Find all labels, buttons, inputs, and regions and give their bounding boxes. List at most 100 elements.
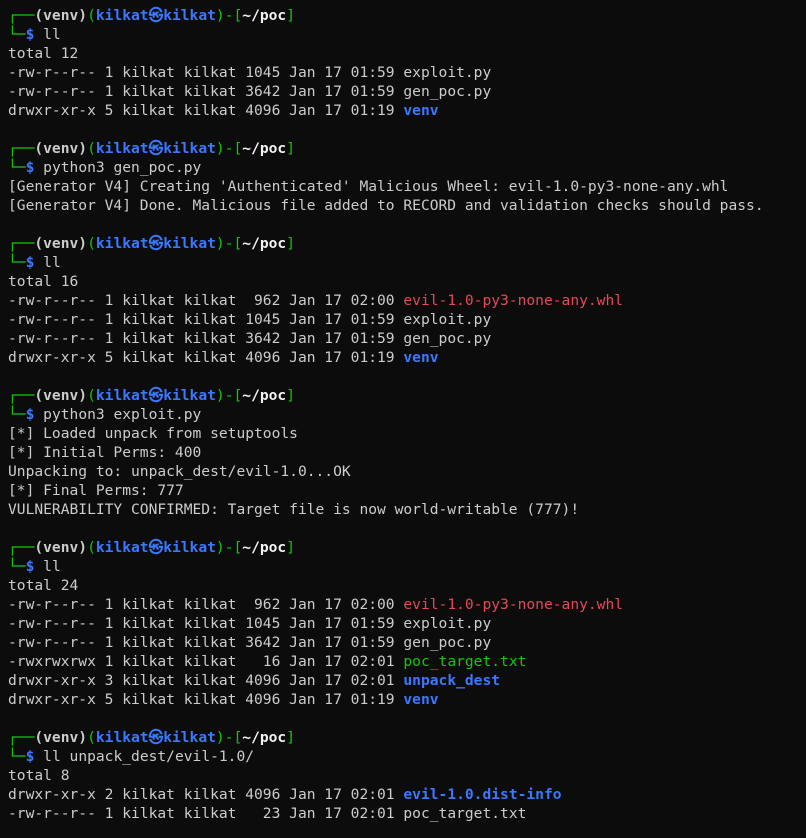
prompt-corner-glyph: └─ [8, 406, 26, 423]
output-line: -rw-r--r-- 1 kilkat kilkat 3642 Jan 17 0… [8, 82, 806, 101]
output-line: [*] Initial Perms: 400 [8, 443, 806, 462]
prompt-at-icon: ㉿ [148, 729, 164, 746]
prompt-user: kilkat [95, 729, 149, 746]
output-text: -rw-r--r-- 1 kilkat kilkat 1045 Jan 17 0… [8, 615, 404, 632]
output-line: -rw-r--r-- 1 kilkat kilkat 962 Jan 17 02… [8, 595, 806, 614]
prompt-user: kilkat [95, 235, 149, 252]
output-line: drwxr-xr-x 5 kilkat kilkat 4096 Jan 17 0… [8, 690, 806, 709]
output-line: total 16 [8, 272, 806, 291]
output-text: -rw-r--r-- 1 kilkat kilkat 962 Jan 17 02… [8, 596, 404, 613]
prompt-at-icon: ㉿ [148, 235, 164, 252]
output-line: total 24 [8, 576, 806, 595]
output-line: drwxr-xr-x 2 kilkat kilkat 4096 Jan 17 0… [8, 785, 806, 804]
prompt-host: kilkat [163, 729, 216, 746]
output-text: exploit.py [403, 64, 492, 81]
output-line: VULNERABILITY CONFIRMED: Target file is … [8, 500, 806, 519]
command-text: python3 gen_poc.py [43, 159, 202, 176]
output-line: -rw-r--r-- 1 kilkat kilkat 1045 Jan 17 0… [8, 63, 806, 82]
prompt-host: kilkat [163, 387, 216, 404]
command-text: ll unpack_dest/evil-1.0/ [43, 748, 255, 765]
output-text: total 12 [8, 45, 79, 62]
output-text: gen_poc.py [403, 634, 492, 651]
output-text: -rw-r--r-- 1 kilkat kilkat 23 Jan 17 02:… [8, 805, 404, 822]
output-text: drwxr-xr-x 5 kilkat kilkat 4096 Jan 17 0… [8, 102, 404, 119]
output-line: [*] Final Perms: 777 [8, 481, 806, 500]
prompt-venv: (venv) [34, 235, 88, 252]
prompt-path: ~/poc [242, 235, 287, 252]
prompt-venv: (venv) [34, 140, 88, 157]
prompt-user: kilkat [95, 7, 149, 24]
prompt-corner-glyph: ┌── [8, 539, 35, 556]
output-line: [Generator V4] Creating 'Authenticated' … [8, 177, 806, 196]
output-text: drwxr-xr-x 5 kilkat kilkat 4096 Jan 17 0… [8, 349, 404, 366]
output-text: gen_poc.py [403, 83, 492, 100]
prompt-venv: (venv) [34, 539, 88, 556]
output-line: -rw-r--r-- 1 kilkat kilkat 3642 Jan 17 0… [8, 329, 806, 348]
output-line: -rw-r--r-- 1 kilkat kilkat 23 Jan 17 02:… [8, 804, 806, 823]
prompt-command-line: └─$ ll unpack_dest/evil-1.0/ [8, 747, 806, 766]
output-text: -rw-r--r-- 1 kilkat kilkat 1045 Jan 17 0… [8, 311, 404, 328]
output-line: -rw-r--r-- 1 kilkat kilkat 1045 Jan 17 0… [8, 614, 806, 633]
prompt-bracket: )-[ [215, 140, 243, 157]
output-text: gen_poc.py [403, 330, 492, 347]
prompt-corner-glyph: └─ [8, 159, 26, 176]
prompt-corner-glyph: ┌── [8, 387, 35, 404]
output-line: total 8 [8, 766, 806, 785]
prompt-user: kilkat [95, 539, 149, 556]
prompt-bracket: ( [87, 7, 96, 24]
prompt-user: kilkat [95, 140, 149, 157]
output-text: total 24 [8, 577, 79, 594]
prompt-command-line: └─$ python3 gen_poc.py [8, 158, 806, 177]
prompt-venv: (venv) [34, 7, 88, 24]
prompt-venv: (venv) [34, 729, 88, 746]
prompt-corner-glyph: └─ [8, 254, 26, 271]
prompt-at-icon: ㉿ [148, 539, 164, 556]
prompt-corner-glyph: └─ [8, 26, 26, 43]
prompt-command-line: └─$ ll [8, 25, 806, 44]
prompt-host: kilkat [163, 140, 216, 157]
output-text: [*] Initial Perms: 400 [8, 444, 202, 461]
prompt-bracket: ] [286, 539, 296, 556]
output-text: evil-1.0-py3-none-any.whl [403, 292, 624, 309]
output-text: venv [403, 102, 439, 119]
prompt-corner-glyph: └─ [8, 558, 26, 575]
prompt-command-line: └─$ ll [8, 557, 806, 576]
output-text: Unpacking to: unpack_dest/evil-1.0...OK [8, 463, 351, 480]
output-text: total 16 [8, 273, 79, 290]
prompt-command-line: └─$ ll [8, 253, 806, 272]
prompt-header-line: ┌──(venv)(kilkat㉿kilkat)-[~/poc] [8, 139, 806, 158]
prompt-header-line: ┌──(venv)(kilkat㉿kilkat)-[~/poc] [8, 728, 806, 747]
prompt-bracket: ( [87, 140, 96, 157]
output-line: -rw-r--r-- 1 kilkat kilkat 962 Jan 17 02… [8, 291, 806, 310]
prompt-corner-glyph: ┌── [8, 140, 35, 157]
prompt-host: kilkat [163, 539, 216, 556]
command-text: python3 exploit.py [43, 406, 202, 423]
prompt-path: ~/poc [242, 539, 287, 556]
output-text: venv [403, 691, 439, 708]
output-line: drwxr-xr-x 3 kilkat kilkat 4096 Jan 17 0… [8, 671, 806, 690]
output-text: [Generator V4] Done. Malicious file adde… [8, 197, 764, 214]
prompt-at-icon: ㉿ [148, 387, 164, 404]
prompt-bracket: ( [87, 729, 96, 746]
output-text: exploit.py [403, 311, 492, 328]
prompt-host: kilkat [163, 7, 216, 24]
prompt-bracket: )-[ [215, 387, 243, 404]
output-text: -rwxrwxrwx 1 kilkat kilkat 16 Jan 17 02:… [8, 653, 404, 670]
prompt-bracket: ] [286, 729, 296, 746]
output-text: [Generator V4] Creating 'Authenticated' … [8, 178, 729, 195]
output-text: poc_target.txt [403, 805, 527, 822]
prompt-header-line: ┌──(venv)(kilkat㉿kilkat)-[~/poc] [8, 6, 806, 25]
prompt-venv: (venv) [34, 387, 88, 404]
output-text: total 8 [8, 767, 70, 784]
output-text: -rw-r--r-- 1 kilkat kilkat 1045 Jan 17 0… [8, 64, 404, 81]
prompt-corner-glyph: ┌── [8, 729, 35, 746]
command-text: ll [43, 26, 61, 43]
output-text: evil-1.0.dist-info [403, 786, 562, 803]
output-line: total 12 [8, 44, 806, 63]
prompt-at-icon: ㉿ [148, 140, 164, 157]
terminal-output[interactable]: ┌──(venv)(kilkat㉿kilkat)-[~/poc] └─$ ll to… [0, 0, 806, 838]
output-line: -rw-r--r-- 1 kilkat kilkat 3642 Jan 17 0… [8, 633, 806, 652]
prompt-bracket: )-[ [215, 729, 243, 746]
output-line: -rw-r--r-- 1 kilkat kilkat 1045 Jan 17 0… [8, 310, 806, 329]
